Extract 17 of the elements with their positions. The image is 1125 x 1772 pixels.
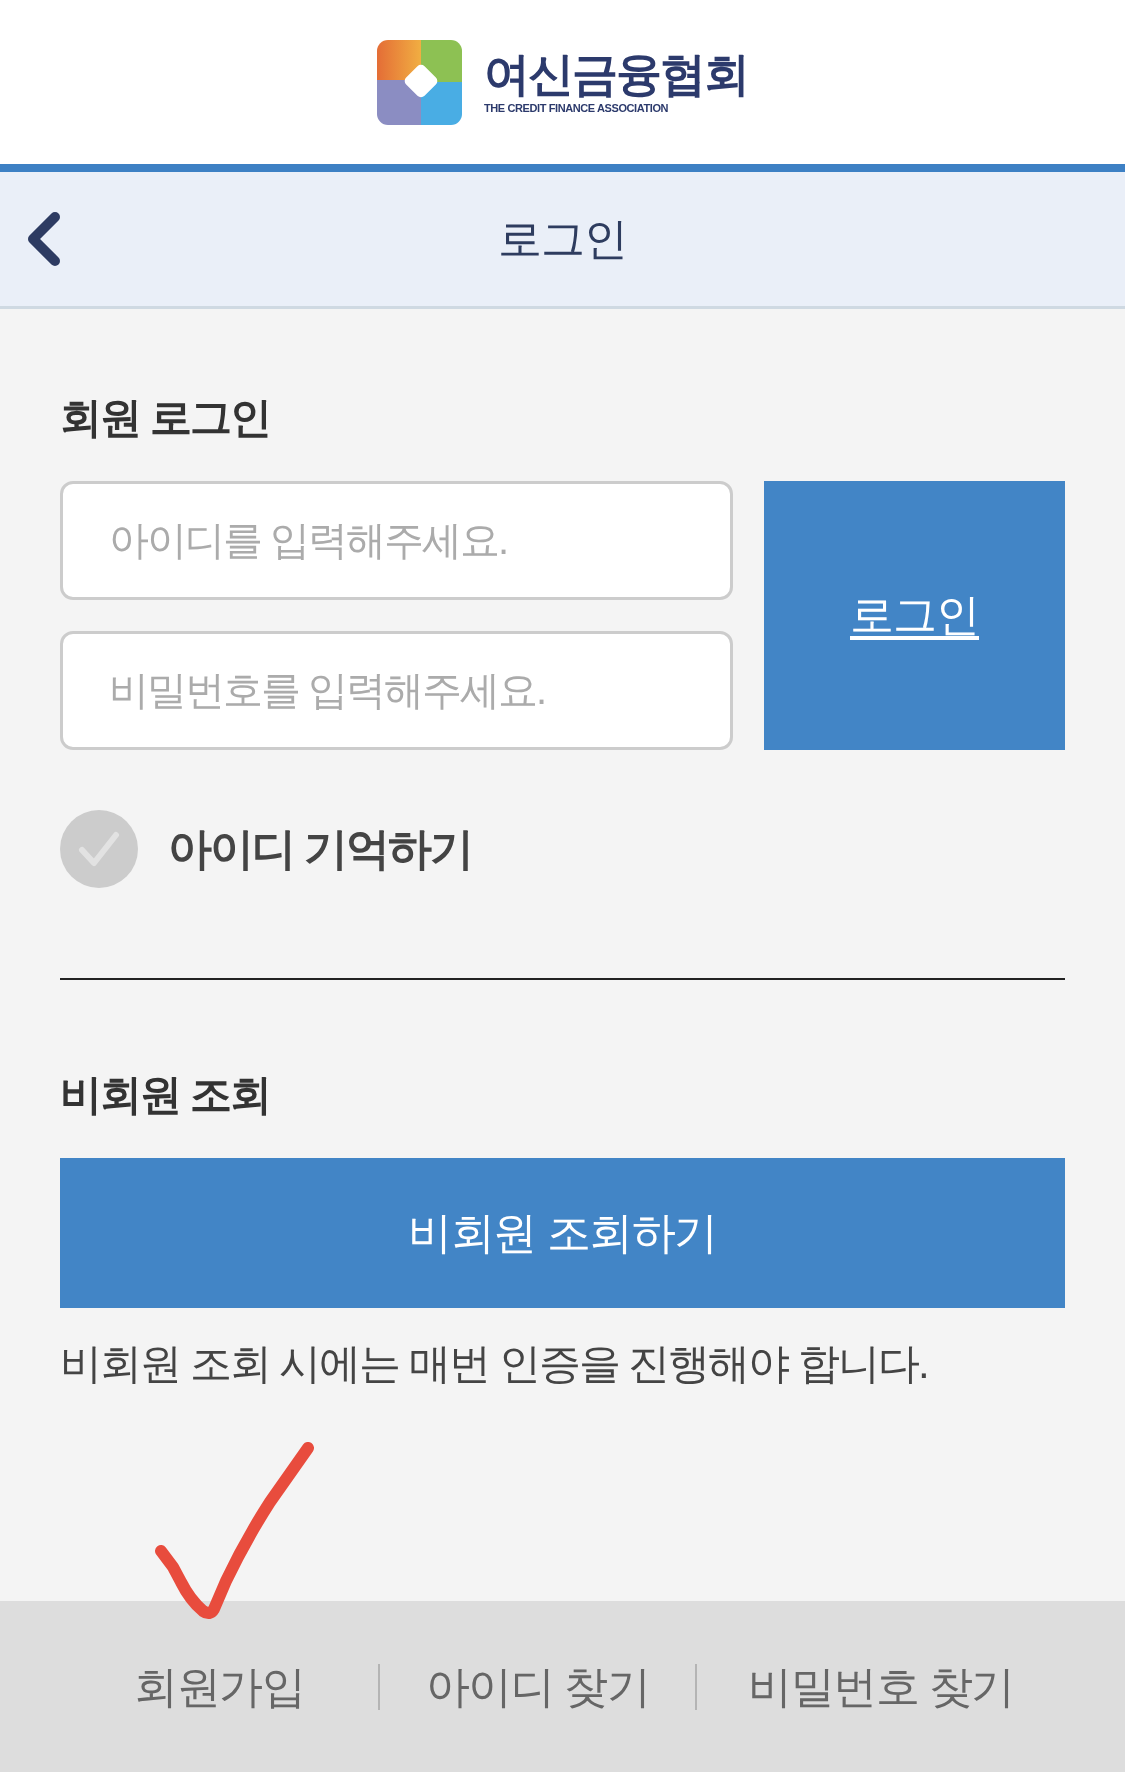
notice-text: 비회원 조회 시에는 매번 인증을 진행해야 합니다.: [60, 1339, 928, 1389]
footer-link[interactable]: 회원가입: [134, 1660, 304, 1713]
back-icon[interactable]: [26, 211, 62, 267]
logo-title: 여신금융협회: [484, 49, 748, 99]
section-heading: 회원 로그인: [60, 393, 270, 443]
footer-link[interactable]: 비밀번호 찾기: [748, 1660, 1014, 1713]
remember-checkbox[interactable]: [60, 810, 138, 888]
remember-label[interactable]: 아이디 기억하기: [168, 823, 473, 875]
section-heading: 비회원 조회: [60, 1070, 270, 1120]
logo-subtitle: THE CREDIT FINANCE ASSOCIATION: [484, 101, 669, 115]
guest-lookup-button[interactable]: 비회원 조회하기: [60, 1158, 1065, 1308]
id-input-field[interactable]: 아이디를 입력해주세요.: [60, 481, 733, 600]
footer-link[interactable]: 아이디 찾기: [425, 1660, 650, 1713]
page-title: 로그인: [498, 213, 627, 265]
login-button[interactable]: 로그인: [764, 481, 1065, 750]
password-input-field[interactable]: 비밀번호를 입력해주세요.: [60, 631, 733, 750]
logo-icon: [377, 39, 462, 125]
